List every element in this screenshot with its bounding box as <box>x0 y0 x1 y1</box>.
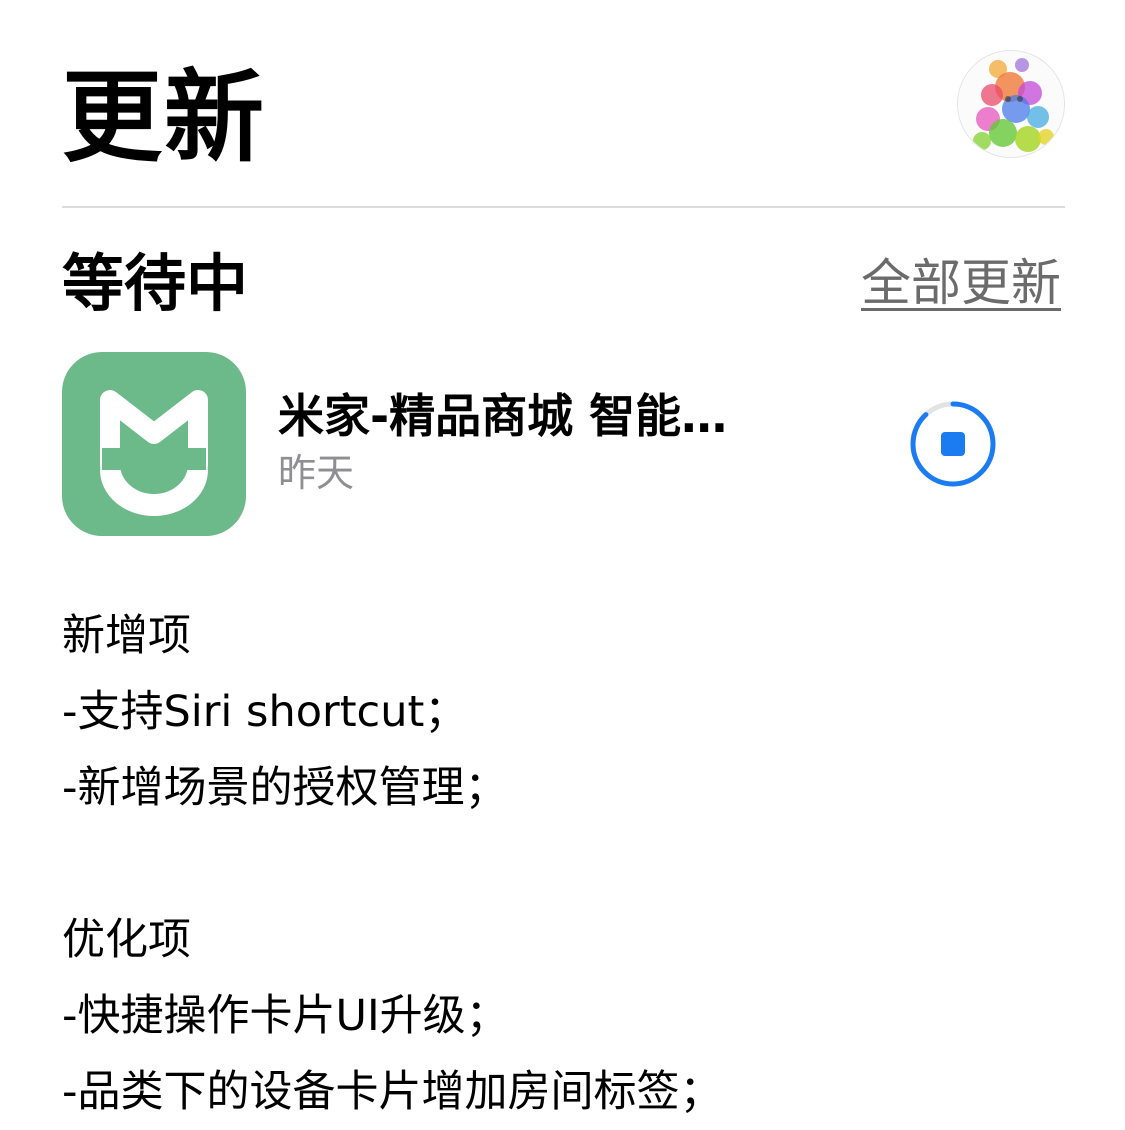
release-notes: 新增项 -支持Siri shortcut； -新增场景的授权管理； 优化项 -快… <box>62 598 1065 1130</box>
avatar[interactable] <box>957 50 1065 158</box>
improve-items-heading: 优化项 <box>62 915 191 965</box>
note-spacer <box>62 826 1065 902</box>
release-note-item: -品类下的设备卡片增加房间标签； <box>62 1067 723 1117</box>
mijia-logo-icon <box>100 390 208 516</box>
section-title-pending: 等待中 <box>62 247 249 320</box>
release-note-item: -支持Siri shortcut； <box>62 687 468 737</box>
header-divider <box>62 206 1065 208</box>
release-note-item: -快捷操作卡片UI升级； <box>62 991 509 1041</box>
app-date: 昨天 <box>278 451 355 495</box>
release-note-item: -新增场景的授权管理； <box>62 763 508 813</box>
app-icon[interactable] <box>62 352 246 536</box>
stop-download-icon <box>941 432 965 456</box>
avatar-icon <box>958 51 1064 157</box>
stop-download-button[interactable] <box>908 399 998 489</box>
header: 更新 <box>62 50 1065 206</box>
app-update-row[interactable]: 米家-精品商城 智能… 昨天 <box>62 352 1065 536</box>
update-all-button[interactable]: 全部更新 <box>861 250 1061 316</box>
page-title: 更新 <box>62 59 266 176</box>
download-progress-ring <box>910 401 996 487</box>
app-name: 米家-精品商城 智能… <box>278 389 728 443</box>
new-items-heading: 新增项 <box>62 611 191 661</box>
